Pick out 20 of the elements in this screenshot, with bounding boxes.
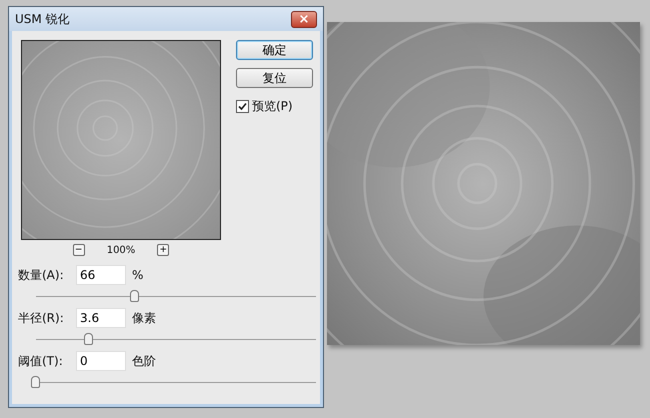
input-field[interactable]: 3.6 [76, 308, 126, 328]
preview-checkbox[interactable] [236, 100, 249, 113]
slider-thumb[interactable] [130, 290, 140, 302]
unit-label: 像素 [132, 310, 156, 326]
zoom-in-button[interactable]: + [157, 244, 170, 256]
dialog-button[interactable]: 确定 [236, 40, 313, 60]
input-field[interactable]: 66 [76, 265, 126, 285]
input-field[interactable]: 0 [76, 351, 126, 371]
unit-label: 色阶 [132, 352, 156, 370]
unit-label: % [132, 268, 144, 282]
field-label: 半径(R): [18, 310, 65, 326]
slider-thumb[interactable] [84, 333, 94, 345]
zoom-level: 100% [106, 244, 136, 256]
zoom-out-button[interactable]: − [72, 244, 85, 256]
field-label: 阈值(T): [18, 352, 64, 370]
field-label: 数量(A): [18, 266, 65, 284]
checkbox-label[interactable]: 预览(P) [252, 98, 293, 115]
dialog-button[interactable]: 复位 [236, 68, 313, 88]
slider-thumb[interactable] [31, 376, 40, 388]
window-title: USM 锐化 [15, 10, 70, 28]
